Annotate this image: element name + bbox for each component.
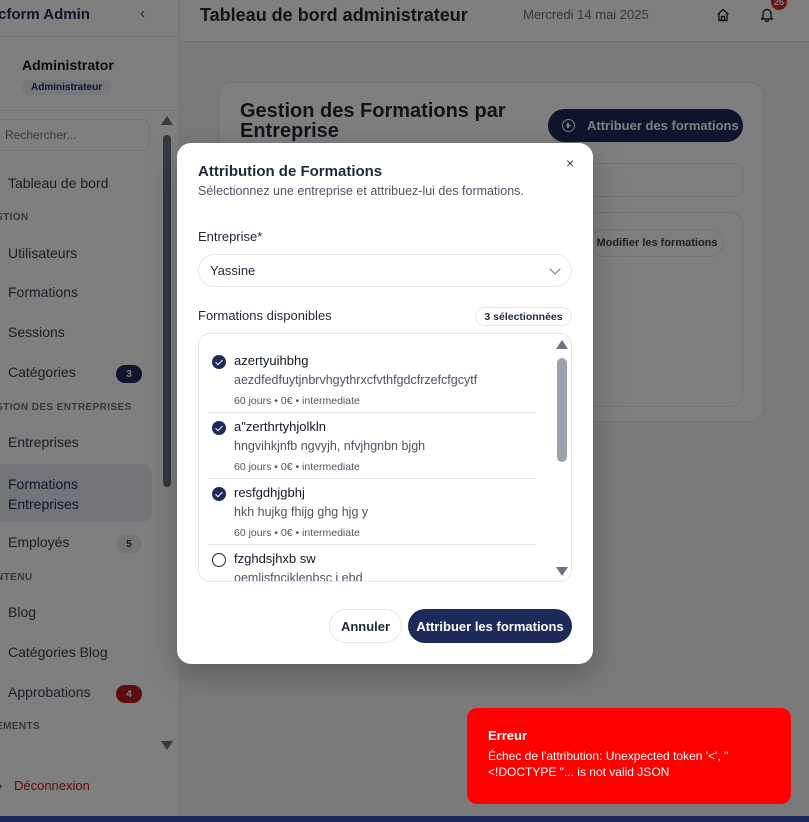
formation-meta: 60 jours • 0€ • intermediate [234,527,360,539]
formation-meta: 60 jours • 0€ • intermediate [234,395,360,407]
close-icon[interactable]: × [566,155,574,171]
list-scrollbar[interactable] [557,358,567,462]
formation-title: fzghdsjhxb sw [234,551,316,566]
checkbox-checked-icon[interactable] [212,421,226,435]
formation-item[interactable]: a"zerthrtyhjolkln hngvihkjnfb ngvyjh, nf… [207,411,537,477]
formation-item[interactable]: fzghdsjhxb sw oemljsfncjklenbsc j ebd [207,543,537,582]
company-select-value: Yassine [210,263,256,278]
formation-meta: 60 jours • 0€ • intermediate [234,461,360,473]
selected-count-badge: 3 sélectionnées [475,307,572,326]
company-select[interactable]: Yassine [198,254,572,287]
formation-description: hngvihkjnfb ngvyjh, nfvjhgnbn bjgh [234,439,426,453]
bottom-bar [0,816,809,822]
toast-message: Échec de l'attribution: Unexpected token… [488,749,729,779]
formations-list-label: Formations disponibles [198,308,332,323]
formation-item[interactable]: resfgdhjgbhj hkh hujkg fhijg ghg hjg y 6… [207,477,537,543]
error-toast[interactable]: Erreur Échec de l'attribution: Unexpecte… [467,708,791,804]
formation-item[interactable]: azertyuihbhg aezdfedfuytjnbrvhgythrxcfvt… [207,345,537,411]
checkbox-checked-icon[interactable] [212,487,226,501]
modal-title: Attribution de Formations [198,163,383,180]
checkbox-unchecked-icon[interactable] [212,553,226,567]
modal-subtitle: Sélectionnez une entreprise et attribuez… [198,184,524,198]
formation-title: a"zerthrtyhjolkln [234,419,327,434]
attribution-modal: × Attribution de Formations Sélectionnez… [177,143,593,664]
formations-list: azertyuihbhg aezdfedfuytjnbrvhgythrxcfvt… [198,333,572,582]
submit-formations-button[interactable]: Attribuer les formations [408,609,572,643]
company-field-label: Entreprise* [198,229,263,244]
formation-description: aezdfedfuytjnbrvhgythrxcfvthfgdcfrzefcfg… [234,373,478,387]
scroll-down-arrow[interactable] [556,567,568,576]
toast-title: Erreur [488,728,528,743]
formation-title: azertyuihbhg [234,353,309,368]
chevron-down-icon [549,263,561,275]
checkbox-checked-icon[interactable] [212,355,226,369]
formation-description: oemljsfncjklenbsc j ebd [234,571,363,582]
cancel-button[interactable]: Annuler [329,609,402,643]
formation-title: resfgdhjgbhj [234,485,305,500]
scroll-up-arrow[interactable] [556,340,568,349]
formation-description: hkh hujkg fhijg ghg hjg y [234,505,369,519]
